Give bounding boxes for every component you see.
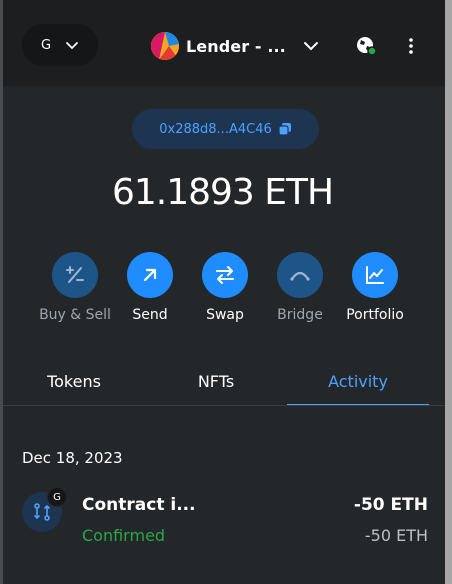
account-balance: 61.1893 ETH [111,172,334,213]
action-circle [202,252,248,298]
address-copy-button[interactable]: 0x288d8...A4C46 [132,109,319,149]
account-picker[interactable]: Lender - ... [151,30,320,62]
network-picker[interactable]: G [22,24,98,66]
activity-date: Dec 18, 2023 [22,449,123,467]
chevron-down-icon [303,42,318,51]
transaction-status: Confirmed [82,526,166,545]
arrow-up-right-icon [143,268,157,282]
account-name: Lender - ... [186,36,286,56]
chevron-down-icon [66,42,78,50]
connected-sites-icon[interactable] [355,35,377,57]
tab-tokens[interactable]: Tokens [3,362,145,404]
right-edge [445,0,452,584]
action-circle [127,252,173,298]
chart-icon [366,266,384,284]
action-circle [52,252,98,298]
action-circle [277,252,323,298]
tab-activity[interactable]: Activity [287,362,429,406]
transaction-secondary-amount: -50 ETH [364,526,428,545]
bridge-icon [290,271,310,281]
plus-minus-icon [66,266,84,283]
network-label: G [40,37,52,53]
copy-icon [278,123,291,136]
network-badge: G [47,487,67,507]
transaction-title: Contract i... [82,495,196,515]
transaction-amount: -50 ETH [353,495,428,515]
action-label: Portfolio [346,307,404,323]
app-header: G Lender - ... [3,0,445,86]
more-menu-icon[interactable] [408,37,414,55]
swap-arrows-icon [216,266,234,284]
portfolio-button[interactable]: Portfolio [330,252,420,323]
asset-tabs: Tokens NFTs Activity [3,362,445,406]
action-circle [352,252,398,298]
left-edge [0,0,3,584]
account-avatar [151,32,179,60]
tabs-divider [3,405,445,406]
account-address: 0x288d8...A4C46 [159,121,272,137]
tab-nfts[interactable]: NFTs [145,362,287,404]
